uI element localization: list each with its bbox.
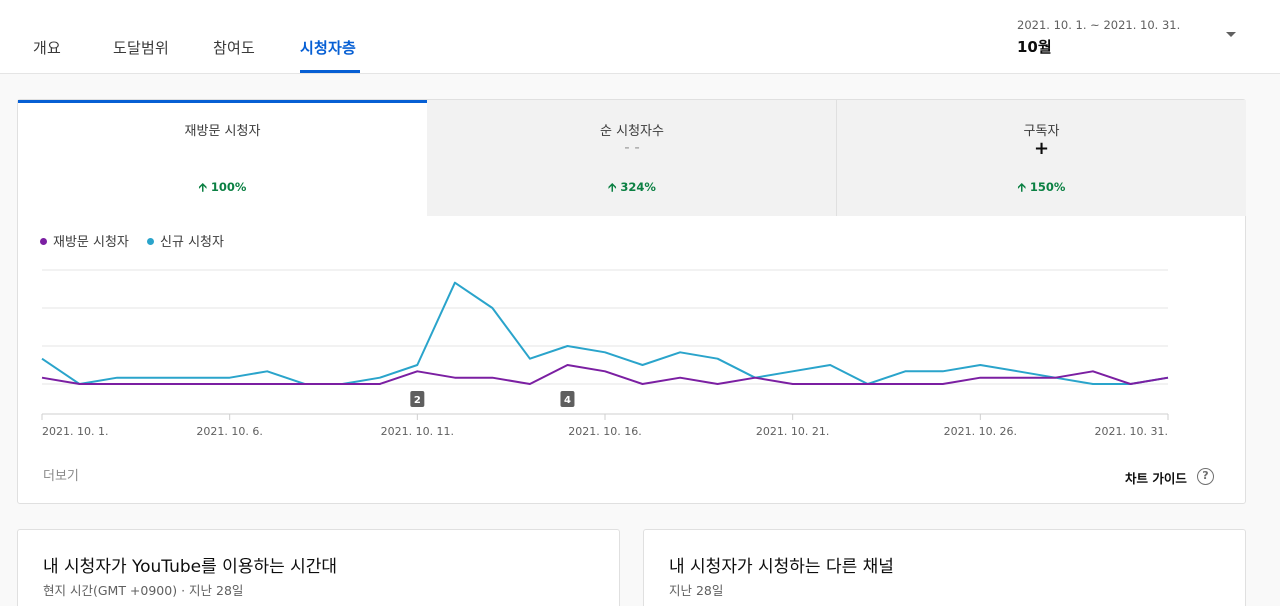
legend-dot-icon [40, 238, 47, 245]
tab-audience[interactable]: 시청자층 [300, 37, 356, 58]
x-tick-label: 2021. 10. 16. [568, 425, 641, 438]
card-subtitle: 지난 28일 [669, 583, 724, 598]
metric-title: 구독자 [1023, 124, 1060, 139]
arrow-up-icon: 🡩 [608, 180, 617, 194]
series-line-new [41, 281, 1169, 385]
other-channels-card: 내 시청자가 시청하는 다른 채널 지난 28일 [643, 529, 1246, 606]
metric-tab-subscribers[interactable]: 구독자 + 🡩 150% [837, 100, 1246, 216]
x-tick-label: 2021. 10. 21. [756, 425, 829, 438]
x-tick-label: 2021. 10. 1. [42, 425, 108, 438]
metric-value: + [1033, 138, 1050, 159]
arrow-up-icon: 🡩 [198, 180, 207, 194]
period-range: 2021. 10. 1. ~ 2021. 10. 31. [1017, 18, 1181, 32]
period-selector[interactable]: 2021. 10. 1. ~ 2021. 10. 31. 10월 [1017, 18, 1247, 58]
arrow-up-icon: 🡩 [1017, 180, 1026, 194]
tab-reach[interactable]: 도달범위 [113, 37, 169, 58]
more-link[interactable]: 더보기 [43, 465, 79, 484]
metric-change: 🡩 150% [1017, 180, 1066, 194]
card-title: 내 시청자가 시청하는 다른 채널 [669, 557, 894, 577]
metric-value [18, 138, 427, 158]
period-label: 10월 [1017, 38, 1052, 56]
chart-guide-link[interactable]: 차트 가이드 [1125, 468, 1187, 487]
audience-chart-card: 재방문 시청자 🡩 100% 순 시청자수 - - 🡩 324% 구독자 + 🡩… [17, 99, 1246, 504]
chart-legend: 재방문 시청자 신규 시청자 [40, 231, 238, 250]
metric-title: 재방문 시청자 [184, 124, 261, 139]
card-title: 내 시청자가 YouTube를 이용하는 시간대 [43, 557, 338, 577]
metric-change: 🡩 100% [198, 180, 247, 194]
legend-dot-icon [147, 238, 155, 245]
card-subtitle: 현지 시간(GMT +0900) · 지난 28일 [43, 583, 244, 598]
active-tab-indicator [300, 70, 360, 73]
metric-tab-returning-viewers[interactable]: 재방문 시청자 🡩 100% [18, 100, 427, 216]
metric-change: 🡩 324% [608, 180, 656, 194]
annotation-label: 2 [414, 395, 421, 406]
viewer-active-times-card: 내 시청자가 YouTube를 이용하는 시간대 현지 시간(GMT +0900… [17, 529, 620, 606]
x-tick-label: 2021. 10. 11. [381, 425, 454, 438]
x-tick-label: 2021. 10. 31. [1095, 425, 1168, 438]
analytics-header: 개요 도달범위 참여도 시청자층 2021. 10. 1. ~ 2021. 10… [0, 0, 1280, 74]
tab-engagement[interactable]: 참여도 [213, 37, 255, 58]
audience-line-chart: 2021. 10. 1. 2021. 10. 6. 2021. 10. 11. 202… [41, 269, 1169, 438]
metric-value: - - [624, 138, 640, 156]
legend-item-new[interactable]: 신규 시청자 [147, 231, 224, 250]
metric-title: 순 시청자수 [600, 124, 664, 139]
x-tick-label: 2021. 10. 26. [944, 425, 1017, 438]
metric-selected-indicator [18, 100, 427, 103]
metric-tab-unique-viewers[interactable]: 순 시청자수 - - 🡩 324% [427, 100, 837, 216]
x-tick-label: 2021. 10. 6. [196, 425, 262, 438]
tab-overview[interactable]: 개요 [33, 37, 61, 58]
annotation-label: 4 [564, 395, 571, 406]
caret-down-icon[interactable] [1226, 32, 1236, 37]
legend-item-returning[interactable]: 재방문 시청자 [40, 231, 129, 250]
help-icon[interactable]: ? [1197, 468, 1214, 485]
